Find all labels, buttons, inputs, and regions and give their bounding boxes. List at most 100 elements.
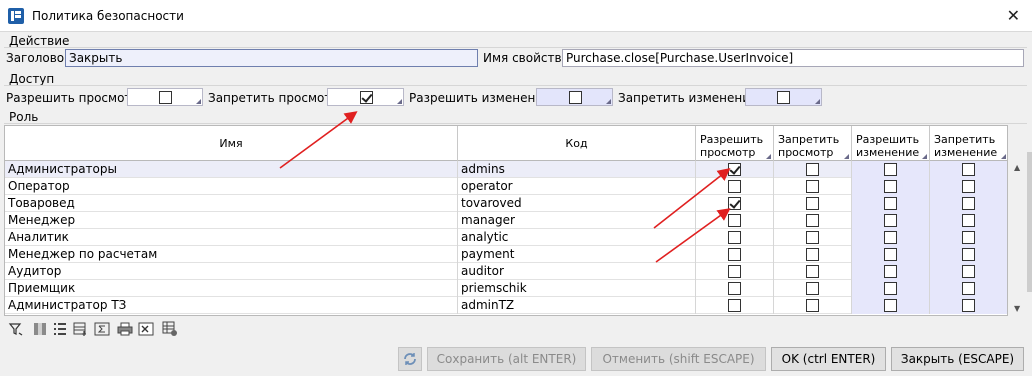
allow-view-checkbox[interactable] [728, 282, 741, 295]
cell-deny-view[interactable] [774, 212, 852, 229]
cell-allow-view[interactable] [696, 263, 774, 280]
allow-edit-checkbox[interactable] [884, 197, 897, 210]
deny-view-checkbox[interactable] [806, 248, 819, 261]
deny-view-checkbox[interactable] [806, 214, 819, 227]
cell-code[interactable]: operator [458, 178, 696, 195]
cell-deny-edit[interactable] [930, 229, 1007, 246]
deny-edit-checkbox[interactable] [962, 180, 975, 193]
table-scrollbar[interactable]: ▲ ▼ [1009, 160, 1027, 316]
grid-settings-icon[interactable] [162, 321, 178, 337]
cell-allow-view[interactable] [696, 212, 774, 229]
cell-name[interactable]: Оператор [5, 178, 458, 195]
cell-allow-view[interactable] [696, 195, 774, 212]
allow-edit-checkbox[interactable] [884, 163, 897, 176]
deny-view-checkbox[interactable] [360, 91, 373, 104]
deny-edit-checkbox[interactable] [777, 91, 790, 104]
cell-code[interactable]: analytic [458, 229, 696, 246]
sum-icon[interactable] [94, 321, 110, 337]
cell-deny-view[interactable] [774, 178, 852, 195]
deny-view-checkbox[interactable] [806, 180, 819, 193]
allow-edit-checkbox[interactable] [884, 231, 897, 244]
allow-view-checkbox[interactable] [728, 231, 741, 244]
filter-icon[interactable] [8, 321, 24, 337]
cell-allow-view[interactable] [696, 246, 774, 263]
cell-allow-view[interactable] [696, 229, 774, 246]
table-row[interactable]: Аналитик analytic [5, 229, 1007, 246]
window-scrollbar[interactable] [1027, 32, 1032, 376]
ok-button[interactable]: OK (ctrl ENTER) [771, 347, 886, 371]
cell-code[interactable]: priemschik [458, 280, 696, 297]
cell-name[interactable]: Менеджер [5, 212, 458, 229]
cell-deny-view[interactable] [774, 246, 852, 263]
cell-deny-view[interactable] [774, 161, 852, 178]
allow-view-checkbox[interactable] [728, 299, 741, 312]
cell-allow-edit[interactable] [852, 246, 930, 263]
allow-edit-checkbox[interactable] [884, 299, 897, 312]
cell-allow-view[interactable] [696, 161, 774, 178]
deny-edit-checkbox[interactable] [962, 282, 975, 295]
deny-view-checkbox[interactable] [806, 231, 819, 244]
cancel-button[interactable]: Отменить (shift ESCAPE) [591, 347, 766, 371]
cell-code[interactable]: admins [458, 161, 696, 178]
table-row[interactable]: Товаровед tovaroved [5, 195, 1007, 212]
allow-edit-checkbox[interactable] [884, 180, 897, 193]
deny-edit-checkbox[interactable] [962, 299, 975, 312]
cell-deny-edit[interactable] [930, 297, 1007, 314]
column-header-deny-view[interactable]: Запретить просмотр [774, 126, 852, 161]
column-header-code[interactable]: Код [458, 126, 696, 161]
save-button[interactable]: Сохранить (alt ENTER) [427, 347, 586, 371]
allow-view-checkbox[interactable] [728, 163, 741, 176]
cell-allow-edit[interactable] [852, 297, 930, 314]
deny-edit-checkbox[interactable] [962, 265, 975, 278]
deny-edit-checkbox[interactable] [962, 214, 975, 227]
refresh-button[interactable] [398, 347, 422, 371]
deny-view-field[interactable] [327, 88, 404, 106]
cell-deny-edit[interactable] [930, 212, 1007, 229]
deny-edit-checkbox[interactable] [962, 163, 975, 176]
cell-deny-edit[interactable] [930, 280, 1007, 297]
deny-edit-checkbox[interactable] [962, 231, 975, 244]
cell-deny-edit[interactable] [930, 263, 1007, 280]
deny-view-checkbox[interactable] [806, 282, 819, 295]
cell-allow-edit[interactable] [852, 195, 930, 212]
deny-edit-checkbox[interactable] [962, 248, 975, 261]
table-row[interactable]: Менеджер manager [5, 212, 1007, 229]
allow-edit-checkbox[interactable] [884, 265, 897, 278]
cell-code[interactable]: manager [458, 212, 696, 229]
cell-deny-edit[interactable] [930, 195, 1007, 212]
column-header-allow-view[interactable]: Разрешить просмотр [696, 126, 774, 161]
cell-name[interactable]: Аудитор [5, 263, 458, 280]
table-row[interactable]: Администраторы admins [5, 161, 1007, 178]
excel-icon[interactable] [138, 321, 154, 337]
cell-deny-view[interactable] [774, 297, 852, 314]
cell-code[interactable]: tovaroved [458, 195, 696, 212]
cell-allow-edit[interactable] [852, 229, 930, 246]
add-row-icon[interactable] [73, 321, 89, 337]
column-header-deny-edit[interactable]: Запретить изменение [930, 126, 1007, 161]
cell-code[interactable]: payment [458, 246, 696, 263]
cell-name[interactable]: Администраторы [5, 161, 458, 178]
scroll-up-icon[interactable]: ▲ [1014, 163, 1020, 172]
close-button[interactable]: Закрыть (ESCAPE) [891, 347, 1024, 371]
table-row[interactable]: Менеджер по расчетам payment [5, 246, 1007, 263]
cell-allow-edit[interactable] [852, 263, 930, 280]
allow-view-checkbox[interactable] [728, 197, 741, 210]
allow-edit-checkbox[interactable] [569, 91, 582, 104]
cell-name[interactable]: Аналитик [5, 229, 458, 246]
column-header-name[interactable]: Имя [5, 126, 458, 161]
allow-view-field[interactable] [127, 88, 203, 106]
deny-edit-checkbox[interactable] [962, 197, 975, 210]
cell-deny-view[interactable] [774, 280, 852, 297]
deny-view-checkbox[interactable] [806, 265, 819, 278]
column-header-allow-edit[interactable]: Разрешить изменение [852, 126, 930, 161]
cell-name[interactable]: Товаровед [5, 195, 458, 212]
print-icon[interactable] [117, 321, 133, 337]
header-field[interactable]: Закрыть [65, 49, 478, 67]
cell-deny-view[interactable] [774, 229, 852, 246]
cell-allow-edit[interactable] [852, 212, 930, 229]
scrollbar-thumb[interactable] [1027, 152, 1032, 292]
property-field[interactable]: Purchase.close[Purchase.UserInvoice] [562, 49, 1024, 67]
cell-allow-view[interactable] [696, 297, 774, 314]
cell-allow-view[interactable] [696, 280, 774, 297]
cell-allow-edit[interactable] [852, 178, 930, 195]
